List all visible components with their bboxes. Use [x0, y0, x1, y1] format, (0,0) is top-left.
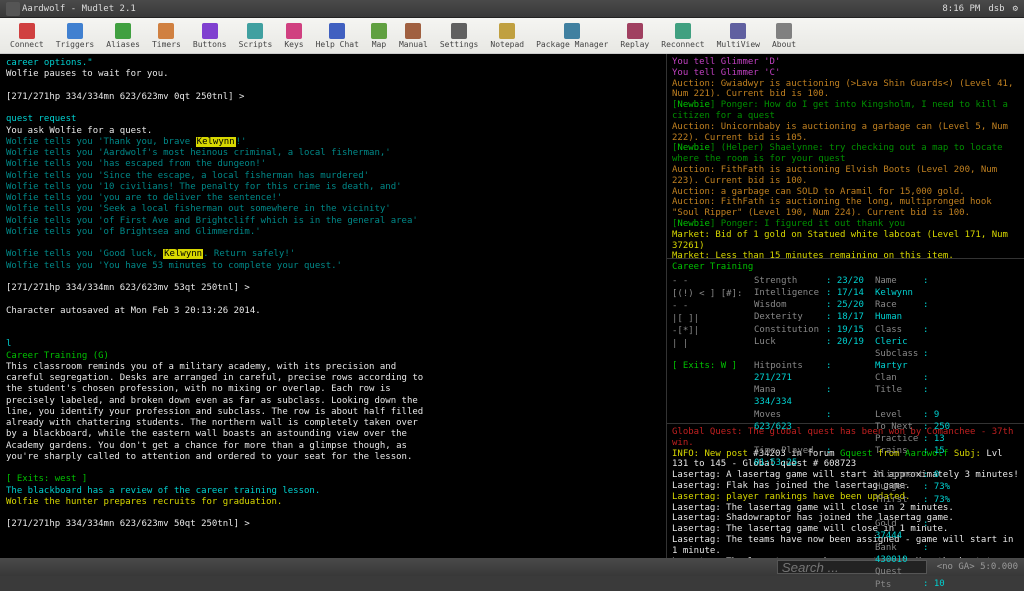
- tool-buttons[interactable]: Buttons: [187, 21, 233, 51]
- tool-scripts[interactable]: Scripts: [233, 21, 279, 51]
- tool-connect[interactable]: Connect: [4, 21, 50, 51]
- tool-about[interactable]: About: [766, 21, 802, 51]
- tool-keys[interactable]: Keys: [278, 21, 309, 51]
- tool-aliases[interactable]: Aliases: [100, 21, 146, 51]
- tool-timers[interactable]: Timers: [146, 21, 187, 51]
- tool-package-manager[interactable]: Package Manager: [530, 21, 614, 51]
- clock: 8:16 PM: [942, 4, 980, 14]
- tool-reconnect[interactable]: Reconnect: [655, 21, 710, 51]
- main-output: career options."Wolfie pauses to wait fo…: [0, 54, 666, 558]
- os-menubar: Aardwolf - Mudlet 2.1 8:16 PM dsb ⚙: [0, 0, 1024, 18]
- tool-notepad[interactable]: Notepad: [484, 21, 530, 51]
- user-menu[interactable]: dsb: [988, 4, 1004, 14]
- tool-settings[interactable]: Settings: [434, 21, 485, 51]
- toolbar: ConnectTriggersAliasesTimersButtonsScrip…: [0, 18, 1024, 54]
- tool-multiview[interactable]: MultiView: [711, 21, 766, 51]
- gear-icon[interactable]: ⚙: [1013, 4, 1018, 14]
- tool-manual[interactable]: Manual: [393, 21, 434, 51]
- tool-triggers[interactable]: Triggers: [50, 21, 101, 51]
- stats-pane: Career Training - -[(!) < ] [#]: - - |[ …: [667, 259, 1024, 424]
- tool-replay[interactable]: Replay: [614, 21, 655, 51]
- dash-icon[interactable]: [6, 2, 20, 16]
- tool-map[interactable]: Map: [365, 21, 393, 51]
- tool-help-chat[interactable]: Help Chat: [310, 21, 365, 51]
- chat-pane: You tell Glimmer 'D'You tell Glimmer 'C'…: [667, 54, 1024, 259]
- window-title: Aardwolf - Mudlet 2.1: [22, 4, 136, 14]
